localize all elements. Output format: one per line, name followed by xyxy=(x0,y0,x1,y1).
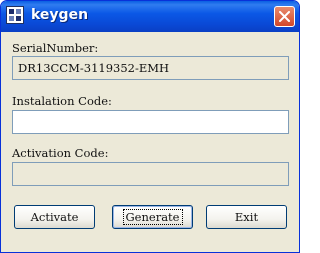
keygen-app-icon xyxy=(6,6,24,24)
installation-code-label: Instalation Code: xyxy=(12,94,112,108)
serial-number-label: SerialNumber: xyxy=(12,41,99,55)
activate-button-label: Activate xyxy=(30,210,79,224)
keygen-window: keygen SerialNumber: DR13CCM-3119352-EMH… xyxy=(0,0,300,253)
activation-code-label: Activation Code: xyxy=(12,146,109,160)
installation-code-input[interactable] xyxy=(12,110,289,134)
exit-button-label: Exit xyxy=(234,210,259,224)
title-bar[interactable]: keygen xyxy=(1,1,299,32)
close-button[interactable] xyxy=(274,6,295,27)
generate-button[interactable]: Generate xyxy=(112,205,193,229)
activate-button[interactable]: Activate xyxy=(14,205,95,229)
activation-code-field[interactable] xyxy=(12,162,289,186)
close-icon xyxy=(279,11,290,22)
exit-button[interactable]: Exit xyxy=(206,205,287,229)
generate-button-label: Generate xyxy=(122,209,183,225)
serial-number-field[interactable]: DR13CCM-3119352-EMH xyxy=(12,56,289,80)
window-title: keygen xyxy=(31,7,89,23)
